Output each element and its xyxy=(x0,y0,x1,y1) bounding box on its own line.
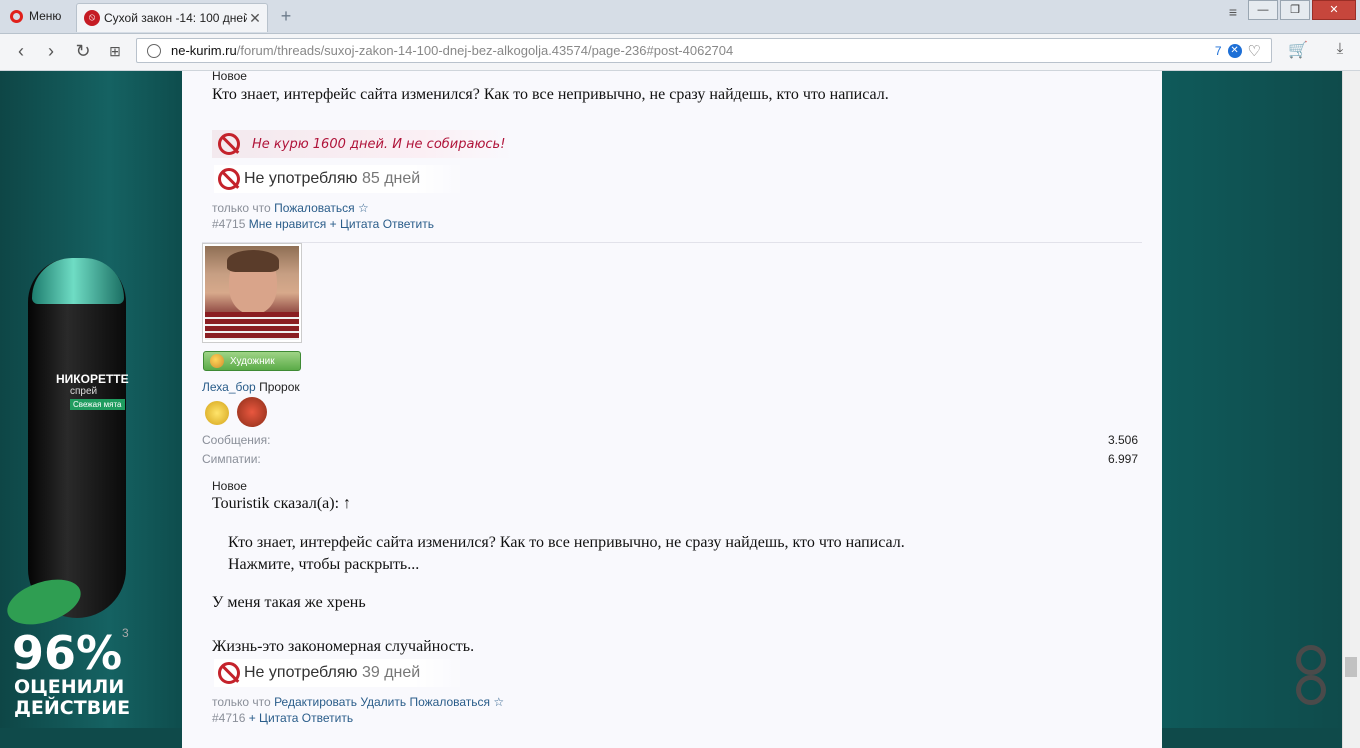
address-field[interactable]: ne-kurim.ru/forum/threads/suxoj-zakon-14… xyxy=(136,38,1272,63)
counter-days: 39 дней xyxy=(361,664,421,681)
username-link[interactable]: Леха_бор xyxy=(202,380,256,394)
like-link[interactable]: Мне нравится xyxy=(249,217,327,231)
quote-author[interactable]: Touristik сказал(а): ↑ xyxy=(212,495,351,513)
tab-title: Сухой закон -14: 100 дней xyxy=(104,11,247,25)
page-scrollbar[interactable] xyxy=(1342,71,1360,748)
palette-icon xyxy=(210,354,224,368)
ad-brand: НИКОРЕТТЕ xyxy=(56,372,129,386)
avatar-photo xyxy=(205,246,299,340)
counter-label: Не употребляю xyxy=(244,664,358,681)
counter-days: 85 дней xyxy=(361,170,421,187)
complain-link[interactable]: Пожаловаться xyxy=(274,201,355,215)
browser-tab[interactable]: ⦸ Сухой закон -14: 100 дней ✕ xyxy=(76,3,268,32)
likes-label: Симпатии: xyxy=(202,452,261,466)
messages-count: 3.506 xyxy=(1108,433,1139,447)
no-alcohol-icon xyxy=(218,168,240,190)
reply-link[interactable]: Ответить xyxy=(383,217,434,231)
spray-bottle-image xyxy=(28,258,126,618)
avatar[interactable] xyxy=(202,243,302,343)
minimize-button[interactable]: — xyxy=(1248,0,1278,20)
counter-label: Не употребляю xyxy=(244,170,358,187)
no-alcohol-icon xyxy=(218,662,240,684)
delete-link[interactable]: Удалить xyxy=(360,695,406,709)
close-tab-icon[interactable]: ✕ xyxy=(247,10,263,27)
url-domain: ne-kurim.ru xyxy=(171,43,237,58)
url-path: /forum/threads/suxoj-zakon-14-100-dnej-b… xyxy=(236,43,734,58)
post-number[interactable]: #4716 xyxy=(212,711,245,725)
bookmark-heart-icon[interactable]: ♡ xyxy=(1248,42,1261,60)
complain-link[interactable]: Пожаловаться xyxy=(409,695,490,709)
tab-menu-icon[interactable]: ≡ xyxy=(1224,4,1242,24)
ring-icon xyxy=(1296,645,1326,675)
signature-banner: Не курю 1600 дней. И не собираюсь! xyxy=(212,130,512,158)
role-badge: Художник xyxy=(203,351,301,371)
post-number[interactable]: #4715 xyxy=(212,217,245,231)
right-advertisement[interactable] xyxy=(1162,71,1342,728)
post-text: Кто знает, интерфейс сайта изменился? Ка… xyxy=(212,86,889,103)
sober-counter: Не употребляю 39 дней xyxy=(214,659,464,687)
restore-button[interactable]: ❐ xyxy=(1280,0,1310,20)
menu-label: Меню xyxy=(29,9,62,23)
cart-icon[interactable]: 🛒 xyxy=(1288,40,1308,60)
blocked-count: 7 xyxy=(1214,44,1222,58)
post-divider xyxy=(202,242,1142,243)
new-label: Новое xyxy=(212,479,247,493)
post-text: У меня такая же хрень xyxy=(212,594,366,611)
ad-brand-tag: Свежая мята xyxy=(70,399,125,410)
medal-icon[interactable] xyxy=(205,401,229,425)
award-icon[interactable] xyxy=(237,397,267,427)
ad-brand-sub: спрей xyxy=(70,386,98,397)
user-title: Пророк xyxy=(259,380,300,394)
ad-footnote-mark: 3 xyxy=(122,626,129,640)
role-label: Художник xyxy=(230,355,275,367)
globe-icon xyxy=(147,43,161,58)
expand-quote-link[interactable]: Нажмите, чтобы раскрыть... xyxy=(228,556,419,574)
quoted-text: Кто знает, интерфейс сайта изменился? Ка… xyxy=(228,534,905,551)
edit-link[interactable]: Редактировать xyxy=(274,695,357,709)
quote-link[interactable]: + Цитата xyxy=(249,711,299,725)
window-controls: — ❐ ✕ xyxy=(1248,0,1356,20)
adblock-shield-icon[interactable]: ✕ xyxy=(1227,44,1242,58)
new-label: Новое xyxy=(212,69,247,83)
ring-icon xyxy=(1296,675,1326,705)
signature-text: Жизнь-это закономерная случайность. xyxy=(212,638,475,655)
no-smoking-icon xyxy=(218,133,240,155)
opera-logo-icon xyxy=(10,9,23,23)
speed-dial-icon[interactable]: ⊞ xyxy=(104,40,126,62)
ad-percent: 96% xyxy=(12,626,123,680)
post-time: только что xyxy=(212,201,271,215)
ad-line-1: ОЦЕНИЛИ xyxy=(14,676,125,698)
downloads-icon[interactable]: ⤓ xyxy=(1330,40,1350,60)
scrollbar-thumb[interactable] xyxy=(1345,657,1357,677)
site-favicon-icon: ⦸ xyxy=(84,10,100,26)
star-icon[interactable]: ☆ xyxy=(358,201,369,215)
quote-link[interactable]: + Цитата xyxy=(330,217,380,231)
likes-count: 6.997 xyxy=(1108,452,1139,466)
opera-menu-button[interactable]: Меню xyxy=(2,4,69,28)
forward-icon[interactable]: › xyxy=(40,40,62,62)
new-tab-button[interactable]: + xyxy=(276,6,296,26)
messages-label: Сообщения: xyxy=(202,433,271,447)
sober-counter: Не употребляю 85 дней xyxy=(214,165,464,193)
ad-line-2: ДЕЙСТВИЕ xyxy=(14,697,131,719)
star-icon[interactable]: ☆ xyxy=(493,695,504,709)
post-time: только что xyxy=(212,695,271,709)
back-icon[interactable]: ‹ xyxy=(10,40,32,62)
close-window-button[interactable]: ✕ xyxy=(1312,0,1356,20)
reply-link[interactable]: Ответить xyxy=(302,711,353,725)
reload-icon[interactable]: ↻ xyxy=(72,40,94,62)
banner-text: Не курю 1600 дней. И не собираюсь! xyxy=(252,136,506,152)
